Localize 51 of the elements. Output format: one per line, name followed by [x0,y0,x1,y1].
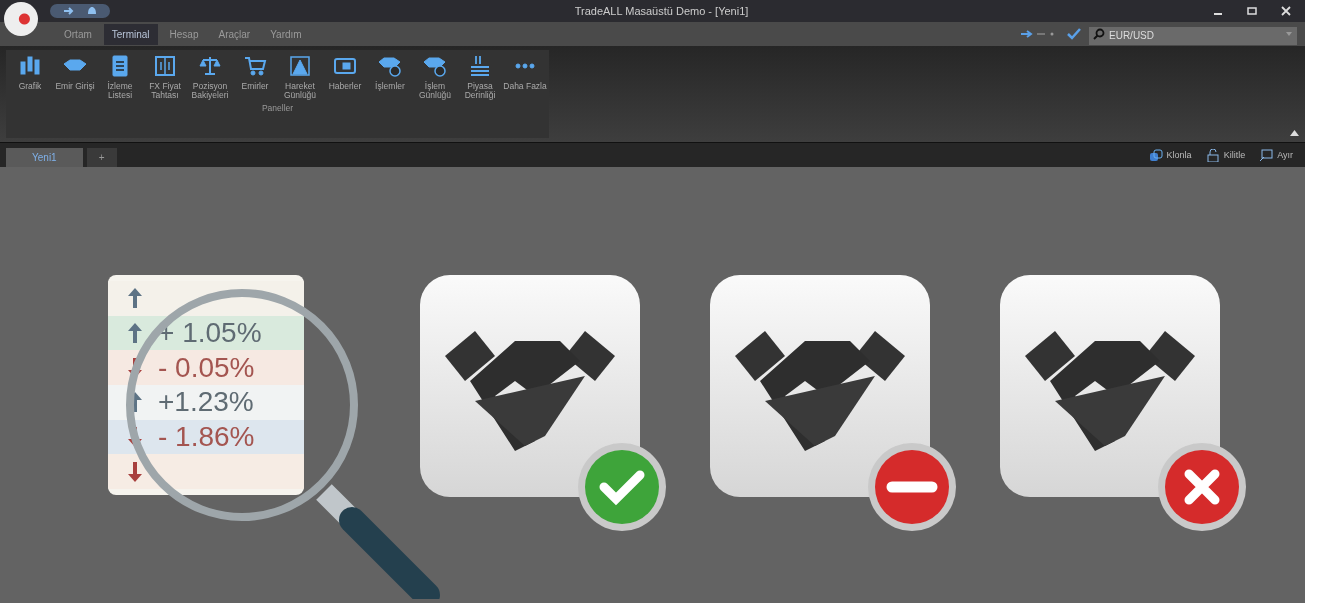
warning-icon [288,54,312,78]
percent-change-text: - 0.05% [158,351,255,384]
document-action-button[interactable]: Ayır [1259,148,1293,162]
ribbon-button[interactable]: İşlemler [368,54,412,101]
document-tab[interactable]: Yeni1 [6,148,83,167]
document-tab[interactable]: + [86,148,117,167]
up-arrow-icon [128,323,142,343]
up-arrow-icon [128,288,142,309]
ribbon-button[interactable]: Emirler [233,54,277,101]
ribbon-button[interactable]: İzleme Listesi [98,54,142,101]
window-title: TradeALL Masaüstü Demo - [Yeni1] [573,5,750,17]
menu-tab[interactable]: Terminal [103,23,158,45]
close-icon[interactable] [1281,6,1291,16]
ribbon-button[interactable]: Piyasa Derinliği [458,54,502,101]
more-icon [515,63,535,69]
padlock-icon [1205,148,1220,162]
down-arrow-icon [128,461,142,482]
document-action-button[interactable]: Klonla [1148,148,1192,162]
ribbon-button[interactable]: İşlem Günlüğü [413,54,457,101]
checkmark-icon[interactable] [1067,28,1081,40]
depth-icon [468,54,492,78]
ribbon-button[interactable]: Daha Fazla [503,54,547,101]
cross-badge-icon [1156,441,1248,533]
ribbon-button[interactable]: Haberler [323,54,367,101]
window-icon [1259,148,1274,162]
candles-icon [18,54,42,78]
scale-icon [198,54,222,78]
ribbon-group-label: Paneller [261,102,294,113]
board-icon [153,54,177,78]
copy-icon [1148,148,1163,162]
ribbon-button[interactable]: Grafik [8,54,52,101]
collapse-ribbon-icon[interactable] [1290,130,1299,136]
menu-tab[interactable]: Ortam [56,23,100,45]
search-icon [1093,28,1105,40]
percent-change-text: - 1.86% [158,421,255,453]
symbol-search-field[interactable]: EUR/USD [1089,26,1297,45]
cart-icon [243,54,267,78]
ribbon-button[interactable]: Emir Girişi [53,54,97,101]
minus-badge-icon [866,441,958,533]
menu-tab[interactable]: Araçlar [210,23,259,45]
menu-tab[interactable]: Yardım [262,23,310,45]
menu-tab[interactable]: Hesap [161,23,207,45]
app-logo-icon[interactable] [4,2,38,36]
check-badge-icon [576,441,668,533]
ribbon-button[interactable]: FX Fiyat Tahtası [143,54,187,101]
maximize-icon[interactable] [1247,6,1257,16]
ribbon-button[interactable]: Hareket Günlüğü [278,54,322,101]
ribbon-button[interactable]: Pozisyon Bakiyeleri [188,54,232,101]
percent-change-text: +1.23% [158,386,254,419]
document-action-button[interactable]: Kilitle [1205,148,1246,162]
quick-access-icon[interactable] [50,4,110,18]
